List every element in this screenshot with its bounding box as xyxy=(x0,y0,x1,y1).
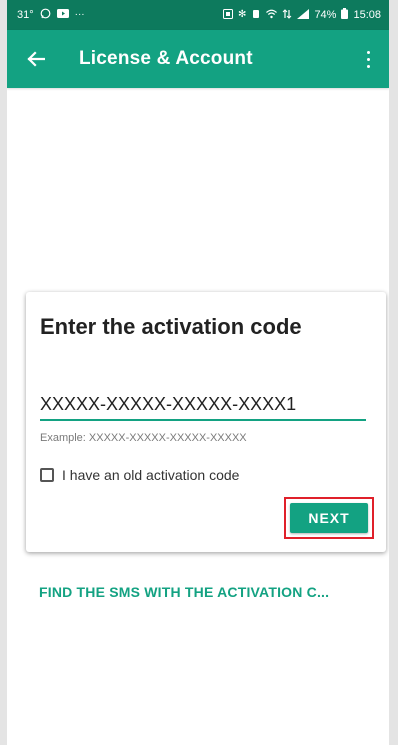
network-4g-icon xyxy=(282,8,292,22)
more-options-button[interactable] xyxy=(359,46,377,72)
more-vertical-icon xyxy=(366,49,370,70)
find-sms-link[interactable]: FIND THE SMS WITH THE ACTIVATION C... xyxy=(39,584,329,600)
old-code-checkbox[interactable] xyxy=(40,468,54,482)
nfc-icon xyxy=(223,8,234,22)
next-button[interactable]: NEXT xyxy=(290,503,368,533)
back-button[interactable] xyxy=(23,46,49,72)
status-right: ✻ 74% 15:08 xyxy=(223,8,381,22)
example-hint: Example: XXXXX-XXXXX-XXXXX-XXXXX xyxy=(40,432,247,444)
wifi-icon xyxy=(266,9,278,22)
more-notifications-icon: ··· xyxy=(74,9,85,20)
activation-card: Enter the activation code Example: XXXXX… xyxy=(26,292,386,552)
screen: 31° ··· ✻ 74% 15:08 License & Account En… xyxy=(7,0,389,745)
signal-icon xyxy=(297,8,310,22)
video-icon xyxy=(56,9,69,21)
status-left: 31° ··· xyxy=(17,8,85,22)
temperature-text: 31° xyxy=(17,9,34,21)
old-code-checkbox-row[interactable]: I have an old activation code xyxy=(40,467,239,483)
activation-code-input[interactable] xyxy=(40,390,366,418)
next-button-highlight: NEXT xyxy=(284,497,374,539)
battery-percent: 74% xyxy=(314,9,337,21)
vibrate-icon xyxy=(251,9,261,22)
bluetooth-icon: ✻ xyxy=(238,9,247,20)
app-bar: License & Account xyxy=(7,30,389,88)
input-underline xyxy=(40,419,366,421)
old-code-checkbox-label[interactable]: I have an old activation code xyxy=(62,467,239,483)
arrow-left-icon xyxy=(27,51,45,67)
card-title: Enter the activation code xyxy=(40,314,302,339)
phone-frame-left xyxy=(0,0,7,745)
phone-frame-right xyxy=(389,0,398,745)
battery-icon xyxy=(341,8,349,22)
clock: 15:08 xyxy=(353,9,381,21)
page-title: License & Account xyxy=(79,48,253,69)
status-bar: 31° ··· ✻ 74% 15:08 xyxy=(7,0,389,30)
whatsapp-icon xyxy=(40,8,51,22)
